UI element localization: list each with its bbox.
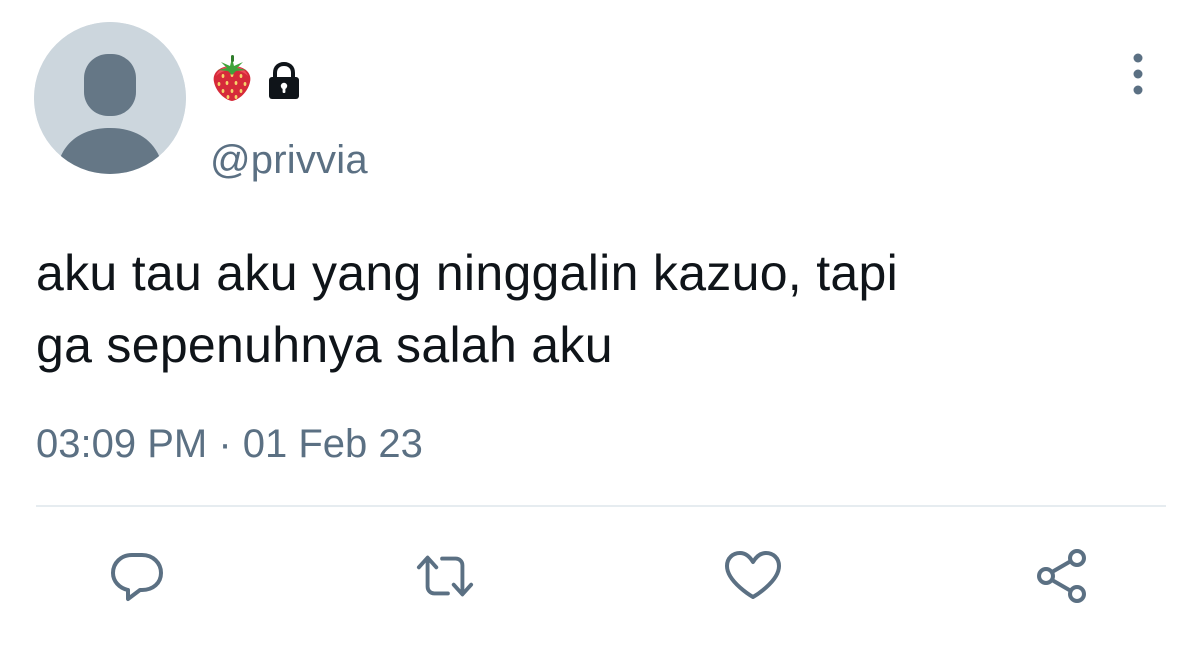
tweet-card: @privvia aku tau aku yang ninggalin kazu… xyxy=(0,0,1200,664)
retweet-icon xyxy=(416,555,474,597)
default-avatar-icon xyxy=(34,22,186,174)
tweet-text: aku tau aku yang ninggalin kazuo, tapi g… xyxy=(36,237,1176,381)
divider xyxy=(36,505,1166,507)
user-handle[interactable]: @privvia xyxy=(210,136,368,184)
reply-icon xyxy=(111,553,163,601)
like-button[interactable] xyxy=(723,548,783,604)
retweet-button[interactable] xyxy=(415,548,475,604)
reply-button[interactable] xyxy=(107,548,167,604)
like-icon xyxy=(725,551,781,599)
more-options-button[interactable] xyxy=(1118,50,1158,98)
share-button[interactable] xyxy=(1033,548,1093,604)
strawberry-icon xyxy=(213,55,251,101)
lock-icon xyxy=(269,61,299,99)
tweet-text-line: aku tau aku yang ninggalin kazuo, tapi xyxy=(36,245,899,301)
share-icon xyxy=(1037,549,1086,603)
avatar[interactable] xyxy=(34,22,186,174)
more-vertical-icon xyxy=(1133,53,1143,95)
tweet-timestamp[interactable]: 03:09 PM · 01 Feb 23 xyxy=(36,420,423,468)
tweet-text-line: ga sepenuhnya salah aku xyxy=(36,317,613,373)
display-name[interactable] xyxy=(210,50,304,106)
